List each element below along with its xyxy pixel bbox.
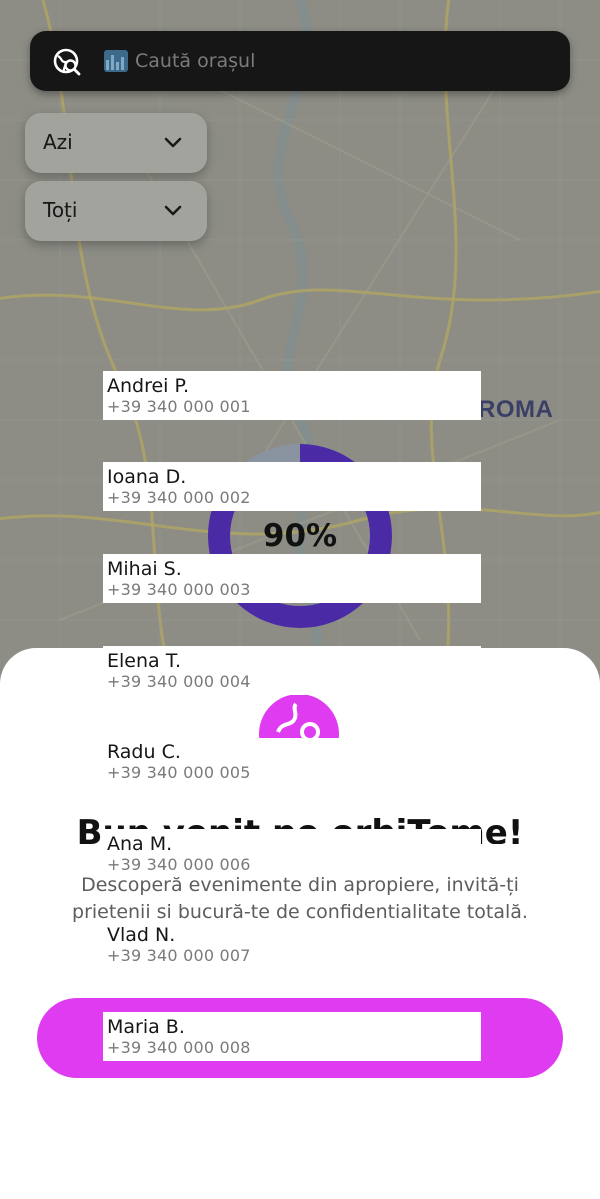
contact-name: Ana M.: [107, 833, 173, 855]
contact-name: Maria B.: [107, 1016, 185, 1038]
contact-item[interactable]: Ana M. +39 340 000 006: [103, 829, 481, 876]
contact-phone: +39 340 000 003: [107, 580, 251, 599]
contact-phone: +39 340 000 001: [107, 397, 251, 416]
contact-phone: +39 340 000 002: [107, 488, 251, 507]
audience-filter-dropdown[interactable]: Toți: [25, 181, 207, 241]
contact-item[interactable]: Mihai S. +39 340 000 003: [103, 554, 481, 603]
contact-item[interactable]: Ioana D. +39 340 000 002: [103, 462, 481, 511]
contact-phone: +39 340 000 008: [107, 1038, 251, 1057]
contact-phone: +39 340 000 004: [107, 672, 251, 691]
contact-item[interactable]: Radu C. +39 340 000 005: [103, 737, 481, 786]
audience-filter-label: Toți: [43, 198, 78, 222]
contact-name: Elena T.: [107, 650, 182, 672]
contact-name: Vlad N.: [107, 924, 176, 946]
search-input[interactable]: [135, 47, 535, 75]
contact-item[interactable]: Vlad N. +39 340 000 007: [103, 920, 481, 969]
contact-name: Andrei P.: [107, 375, 190, 397]
welcome-description: Descoperă evenimente din apropiere, invi…: [72, 874, 528, 923]
map-city-label: ROMA: [478, 396, 554, 423]
contact-name: Ioana D.: [107, 466, 187, 488]
contact-phone: +39 340 000 006: [107, 855, 251, 874]
contact-item[interactable]: Andrei P. +39 340 000 001: [103, 371, 481, 420]
cityscape-icon: [104, 50, 128, 72]
date-filter-dropdown[interactable]: Azi: [25, 113, 207, 173]
contact-item[interactable]: Maria B. +39 340 000 008: [103, 1012, 481, 1061]
contact-phone: +39 340 000 005: [107, 763, 251, 782]
contact-phone: +39 340 000 007: [107, 946, 251, 965]
globe-search-icon[interactable]: [52, 47, 82, 77]
contact-name: Radu C.: [107, 741, 181, 763]
globe-logo-icon: [258, 692, 342, 738]
chevron-down-icon: [164, 205, 182, 216]
contact-item[interactable]: Elena T. +39 340 000 004: [103, 646, 481, 695]
date-filter-label: Azi: [43, 130, 73, 154]
progress-percent-label: 90%: [262, 518, 338, 554]
chevron-down-icon: [164, 137, 182, 148]
contact-name: Mihai S.: [107, 558, 182, 580]
